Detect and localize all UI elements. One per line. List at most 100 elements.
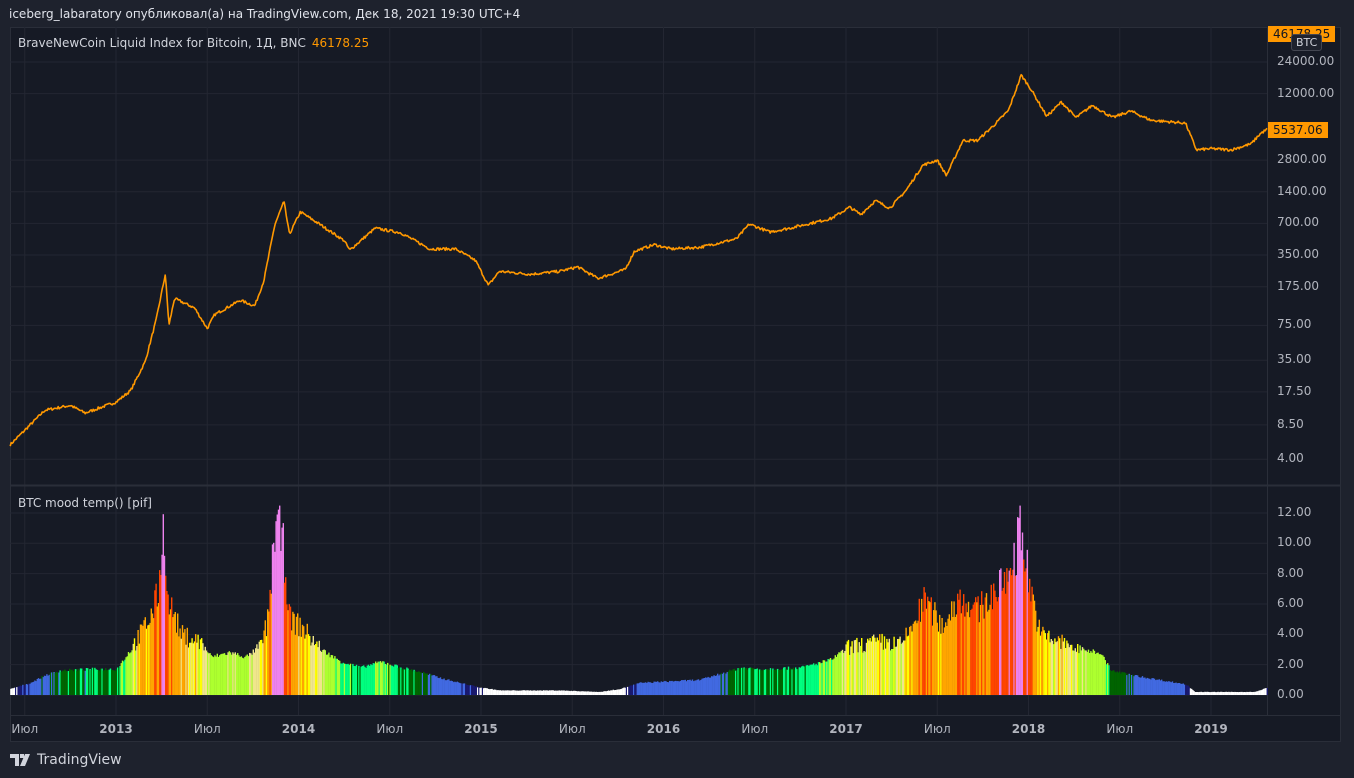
mood-bar bbox=[784, 667, 786, 695]
mood-bar bbox=[175, 632, 178, 695]
mood-bar bbox=[612, 689, 614, 695]
mood-bar bbox=[294, 634, 296, 695]
mood-bar bbox=[945, 622, 947, 695]
mood-bar bbox=[1065, 648, 1067, 695]
mood-bar bbox=[342, 662, 344, 695]
mood-bar bbox=[611, 690, 613, 695]
mood-bar bbox=[537, 690, 539, 695]
mood-bar bbox=[871, 636, 874, 695]
mood-bar bbox=[767, 669, 769, 695]
main-legend[interactable]: BraveNewCoin Liquid Index for Bitcoin, 1… bbox=[18, 36, 369, 50]
mood-bar bbox=[401, 669, 403, 695]
mood-bar bbox=[16, 687, 18, 695]
mood-bar bbox=[301, 624, 304, 695]
mood-bar bbox=[858, 642, 860, 695]
mood-bar bbox=[111, 669, 113, 695]
mood-bar bbox=[729, 669, 731, 695]
mood-bar bbox=[652, 683, 654, 695]
mood-bar bbox=[711, 676, 713, 695]
mood-bar bbox=[1119, 671, 1121, 695]
mood-bar bbox=[766, 669, 768, 695]
mood-bar bbox=[616, 689, 618, 695]
mood-bar bbox=[532, 690, 534, 695]
mood-bar bbox=[999, 570, 1001, 695]
mood-bar bbox=[318, 640, 320, 695]
mood-bar bbox=[423, 671, 425, 695]
mood-bar bbox=[178, 636, 180, 695]
mood-bar bbox=[316, 641, 318, 695]
mood-bar bbox=[756, 668, 758, 695]
mood-bar bbox=[793, 669, 796, 695]
mood-bar bbox=[33, 681, 35, 695]
mood-bar bbox=[413, 669, 415, 695]
mood-bar bbox=[628, 686, 630, 695]
mood-bar bbox=[919, 621, 922, 695]
mood-bar bbox=[1248, 691, 1250, 695]
mood-bar bbox=[469, 685, 472, 695]
mood-bar bbox=[1055, 642, 1057, 695]
price-axis-label: 1400.00 bbox=[1277, 183, 1327, 198]
mood-bar bbox=[1194, 692, 1196, 695]
mood-bar bbox=[553, 690, 556, 695]
mood-bar bbox=[1024, 571, 1026, 695]
mood-bar bbox=[1047, 633, 1049, 695]
mood-bar bbox=[255, 648, 257, 695]
mood-bar bbox=[276, 514, 278, 695]
mood-bar bbox=[876, 637, 878, 695]
mood-bar bbox=[1215, 692, 1217, 695]
mood-bar bbox=[393, 666, 395, 695]
mood-bar bbox=[371, 665, 373, 695]
mood-bar bbox=[1122, 672, 1124, 695]
mood-bar bbox=[503, 690, 505, 695]
mood-bar bbox=[937, 631, 940, 695]
mood-bar bbox=[850, 646, 852, 695]
mood-bar bbox=[852, 653, 854, 695]
price-axis-label: 4.00 bbox=[1277, 451, 1304, 466]
tradingview-footer[interactable]: TradingView bbox=[10, 752, 122, 768]
mood-bar bbox=[390, 665, 392, 695]
mood-bar bbox=[444, 680, 446, 695]
mood-bar bbox=[924, 592, 926, 695]
mood-bar bbox=[59, 670, 61, 695]
mood-bar bbox=[30, 682, 32, 695]
mood-bar bbox=[826, 661, 828, 695]
mood-bar bbox=[527, 690, 529, 695]
mood-bar bbox=[779, 669, 781, 695]
mood-bar bbox=[1105, 664, 1108, 695]
mood-bar bbox=[275, 521, 277, 695]
mood-bar bbox=[238, 655, 240, 695]
indicator-legend[interactable]: BTC mood temp() [pif] bbox=[18, 496, 152, 510]
mood-bar bbox=[94, 667, 96, 695]
mood-bar bbox=[618, 689, 620, 695]
mood-bar bbox=[550, 690, 552, 695]
mood-bar bbox=[85, 668, 88, 695]
currency-badge[interactable]: BTC bbox=[1291, 34, 1323, 51]
mood-bar bbox=[713, 675, 715, 695]
mood-bar bbox=[515, 690, 517, 695]
mood-bar bbox=[846, 641, 848, 695]
mood-bar bbox=[1247, 692, 1249, 695]
mood-bar bbox=[1259, 690, 1261, 695]
mood-bar bbox=[1230, 691, 1232, 695]
mood-bar bbox=[1109, 670, 1111, 695]
price-axis-label: 350.00 bbox=[1277, 247, 1319, 262]
mood-bar bbox=[1049, 642, 1051, 695]
mood-bar bbox=[192, 643, 194, 695]
mood-bar bbox=[297, 613, 299, 695]
mood-bar bbox=[1140, 677, 1142, 695]
indicator-axis-label: 2.00 bbox=[1277, 656, 1304, 671]
mood-bar bbox=[706, 677, 708, 695]
mood-bar bbox=[279, 505, 281, 695]
mood-bar bbox=[267, 609, 269, 695]
mood-bar bbox=[1003, 572, 1006, 695]
mood-bar bbox=[1114, 671, 1116, 695]
mood-bar bbox=[307, 634, 310, 695]
mood-bar bbox=[132, 643, 134, 695]
mood-bar bbox=[341, 663, 343, 695]
mood-bar bbox=[629, 685, 631, 695]
mood-bar bbox=[862, 652, 864, 695]
mood-bar bbox=[786, 669, 788, 695]
mood-bar bbox=[1113, 670, 1115, 695]
mood-bar bbox=[983, 618, 985, 695]
chart-canvas[interactable] bbox=[0, 0, 1354, 778]
